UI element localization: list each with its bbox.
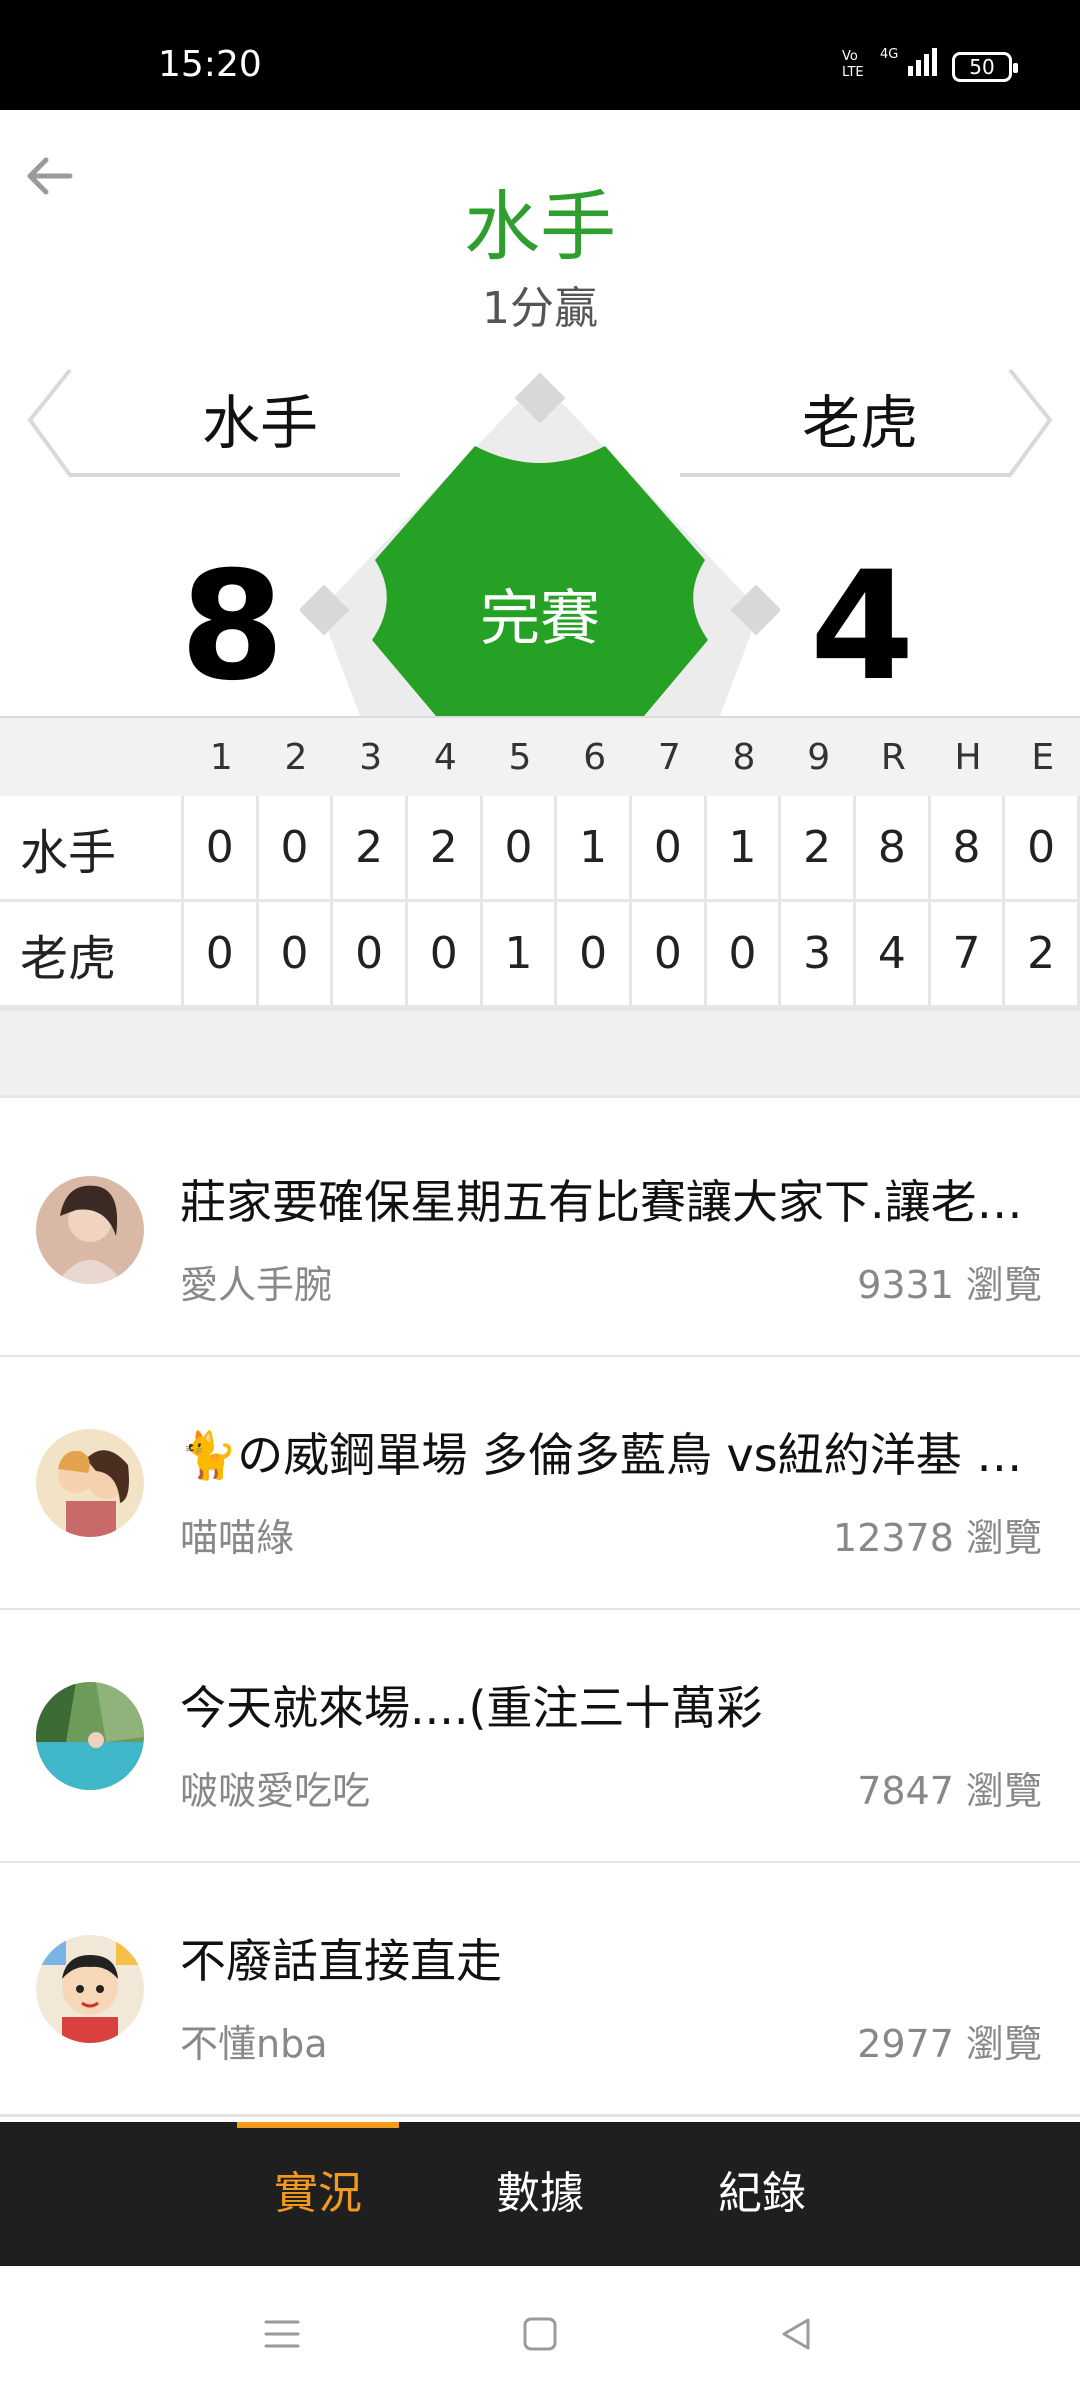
score-cell: 0 <box>184 902 259 1005</box>
post-title[interactable]: 🐈の威鋼單場 多倫多藍鳥 vs紐約洋基 … <box>180 1419 1040 1485</box>
col-header: 3 <box>359 736 383 778</box>
list-item[interactable]: 🐈の威鋼單場 多倫多藍鳥 vs紐約洋基 … 喵喵綠 12378 瀏覽 <box>0 1357 1080 1611</box>
scoreboard-header: 1 2 3 4 5 6 7 8 9 R H E <box>0 716 1080 796</box>
scoreboard-row-away: 水手 0 0 2 2 0 1 0 1 2 8 8 0 <box>0 796 1080 902</box>
battery-icon: 50 <box>952 52 1018 82</box>
score-cell: 0 <box>632 796 707 899</box>
post-author: 喵喵綠 <box>180 1516 295 1560</box>
status-time: 15:20 <box>158 44 262 85</box>
list-item[interactable]: 今天就來場....(重注三十萬彩 啵啵愛吃吃 7847 瀏覽 <box>0 1610 1080 1864</box>
score-cell: 0 <box>557 902 632 1005</box>
score-cell: 2 <box>408 796 483 899</box>
row-team: 老虎 <box>0 902 184 1005</box>
col-header: H <box>954 736 982 778</box>
post-author: 不懂nba <box>180 2022 328 2066</box>
volte-icon: Vo LTE <box>840 46 870 86</box>
col-header: 4 <box>433 736 457 778</box>
avatar[interactable] <box>36 1429 144 1537</box>
score-cell: 0 <box>483 796 558 899</box>
menu-icon[interactable] <box>262 2314 302 2354</box>
col-header: R <box>880 736 906 778</box>
post-author: 啵啵愛吃吃 <box>180 1769 371 1813</box>
score-cell: 3 <box>781 902 856 1005</box>
col-header: 8 <box>732 736 756 778</box>
game-status: 完賽 <box>480 584 600 654</box>
bottom-tab-bar: 實況 數據 紀錄 <box>0 2122 1080 2266</box>
post-title[interactable]: 不廢話直接直走 <box>180 1925 1040 1991</box>
avatar[interactable] <box>36 1176 144 1284</box>
score-cell: 2 <box>781 796 856 899</box>
col-header: 2 <box>284 736 308 778</box>
away-score: 8 <box>180 540 285 714</box>
post-views: 9331 瀏覽 <box>857 1263 1042 1307</box>
svg-text:4G: 4G <box>880 47 898 62</box>
tab-live[interactable]: 實況 <box>238 2122 398 2266</box>
section-divider <box>0 1008 1080 1098</box>
score-cell: 0 <box>408 902 483 1005</box>
list-item[interactable]: 不廢話直接直走 不懂nba 2977 瀏覽 <box>0 1863 1080 2117</box>
tab-stats[interactable]: 數據 <box>460 2122 620 2266</box>
score-cell: 0 <box>1005 796 1080 899</box>
result-subtitle: 1分贏 <box>482 283 598 334</box>
score-cell: 1 <box>707 796 782 899</box>
back-triangle-icon[interactable] <box>776 2314 816 2354</box>
post-views: 7847 瀏覽 <box>857 1769 1042 1813</box>
post-title[interactable]: 今天就來場....(重注三十萬彩 <box>180 1672 1040 1738</box>
score-cell: 7 <box>931 902 1006 1005</box>
score-cell: 2 <box>1005 902 1080 1005</box>
score-cell: 0 <box>259 796 334 899</box>
post-author: 愛人手腕 <box>180 1263 333 1307</box>
score-cell: 0 <box>259 902 334 1005</box>
post-views: 2977 瀏覽 <box>857 2022 1042 2066</box>
score-cell: 8 <box>931 796 1006 899</box>
score-cell: 1 <box>557 796 632 899</box>
col-header: 1 <box>209 736 233 778</box>
score-cell: 4 <box>856 902 931 1005</box>
score-cell: 0 <box>333 902 408 1005</box>
winner-title: 水手 <box>464 182 616 271</box>
col-header: 9 <box>807 736 831 778</box>
svg-text:LTE: LTE <box>842 65 864 80</box>
score-cell: 2 <box>333 796 408 899</box>
status-bar: 15:20 Vo LTE 4G 50 <box>0 0 1080 110</box>
col-header: E <box>1031 736 1055 778</box>
col-header: 7 <box>657 736 681 778</box>
home-icon[interactable] <box>520 2314 560 2354</box>
avatar[interactable] <box>36 1682 144 1790</box>
post-views: 12378 瀏覽 <box>833 1516 1042 1560</box>
avatar[interactable] <box>36 1935 144 2043</box>
scoreboard-row-home: 老虎 0 0 0 0 1 0 0 0 3 4 7 2 <box>0 902 1080 1008</box>
list-item[interactable]: 莊家要確保星期五有比賽讓大家下.讓老… 愛人手腕 9331 瀏覽 <box>0 1104 1080 1358</box>
score-cell: 1 <box>483 902 558 1005</box>
col-header: 5 <box>508 736 532 778</box>
tab-records[interactable]: 紀錄 <box>682 2122 842 2266</box>
svg-text:Vo: Vo <box>842 49 858 64</box>
score-cell: 0 <box>184 796 259 899</box>
home-score: 4 <box>810 540 915 714</box>
col-header: 6 <box>583 736 607 778</box>
score-cell: 8 <box>856 796 931 899</box>
signal-icon: 4G <box>880 44 940 84</box>
row-team: 水手 <box>0 796 184 899</box>
score-cell: 0 <box>707 902 782 1005</box>
post-title[interactable]: 莊家要確保星期五有比賽讓大家下.讓老… <box>180 1166 1040 1232</box>
system-nav-bar <box>0 2266 1080 2400</box>
scoreboard: 1 2 3 4 5 6 7 8 9 R H E 水手 0 0 2 2 0 1 0… <box>0 716 1080 1098</box>
baseball-diamond <box>298 360 782 720</box>
score-cell: 0 <box>632 902 707 1005</box>
